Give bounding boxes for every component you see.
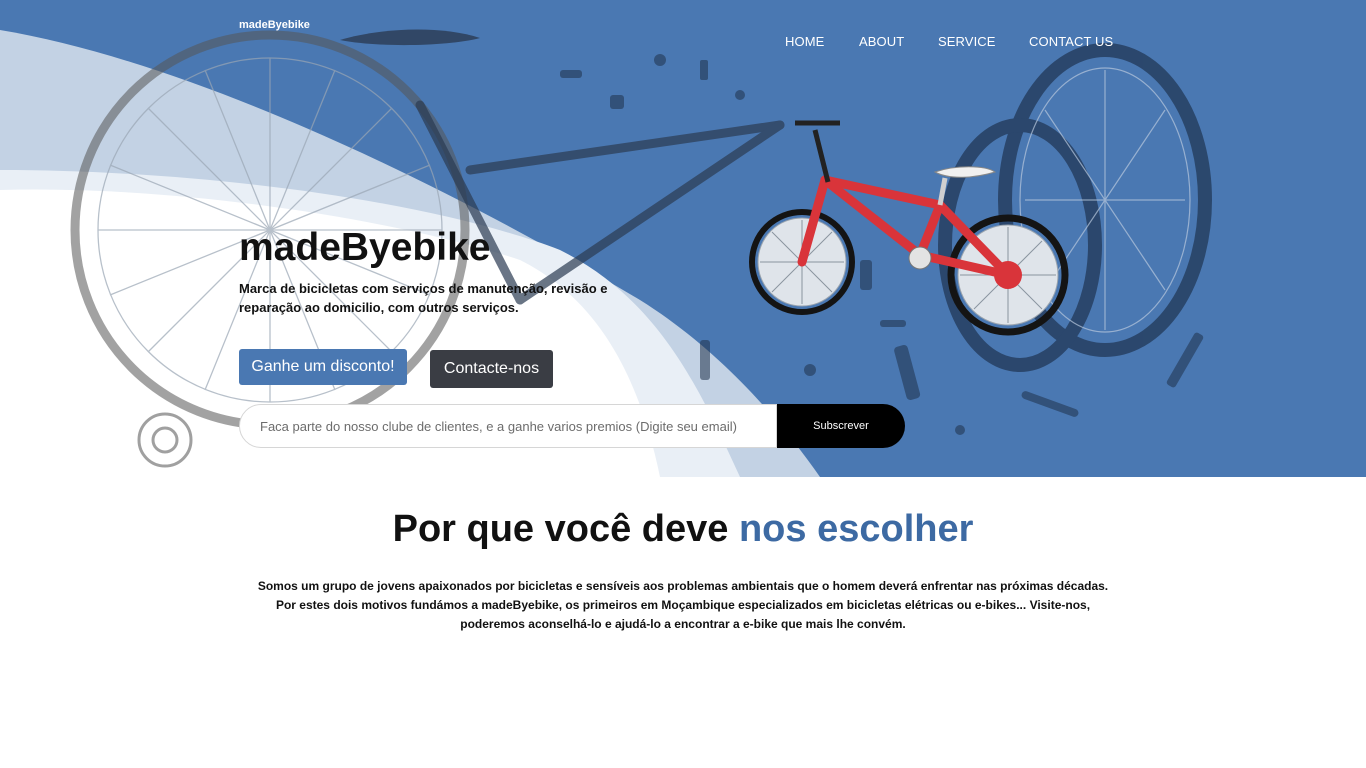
brand-logo[interactable]: madeByebike: [239, 19, 310, 31]
nav-contact-us[interactable]: CONTACT US: [1029, 34, 1113, 49]
nav-home[interactable]: HOME: [785, 34, 824, 49]
why-description: Somos um grupo de jovens apaixonados por…: [0, 577, 1366, 634]
email-input[interactable]: [239, 404, 777, 448]
why-line: poderemos aconselhá-lo e ajudá-lo a enco…: [460, 617, 906, 631]
hero-title: madeByebike: [239, 226, 491, 269]
why-title: Por que você deve nos escolher: [0, 508, 1366, 551]
nav-about[interactable]: ABOUT: [859, 34, 904, 49]
why-title-accent: nos escolher: [738, 508, 974, 550]
hero-section: madeByebike HOME ABOUT SERVICE CONTACT U…: [0, 0, 1366, 477]
contact-button[interactable]: Contacte-nos: [430, 350, 553, 388]
hero-subtitle: Marca de bicicletas com serviços de manu…: [239, 281, 608, 315]
why-line: Somos um grupo de jovens apaixonados por…: [257, 579, 1109, 593]
why-title-main: Por que você deve: [392, 508, 739, 550]
discount-button[interactable]: Ganhe um disconto!: [239, 349, 407, 385]
why-line: Por estes dois motivos fundámos a madeBy…: [275, 598, 1091, 612]
nav-service[interactable]: SERVICE: [938, 34, 996, 49]
red-bmx-bike-image: [749, 120, 1069, 336]
subscribe-form: Subscrever: [239, 404, 905, 448]
subscribe-button[interactable]: Subscrever: [777, 404, 905, 448]
